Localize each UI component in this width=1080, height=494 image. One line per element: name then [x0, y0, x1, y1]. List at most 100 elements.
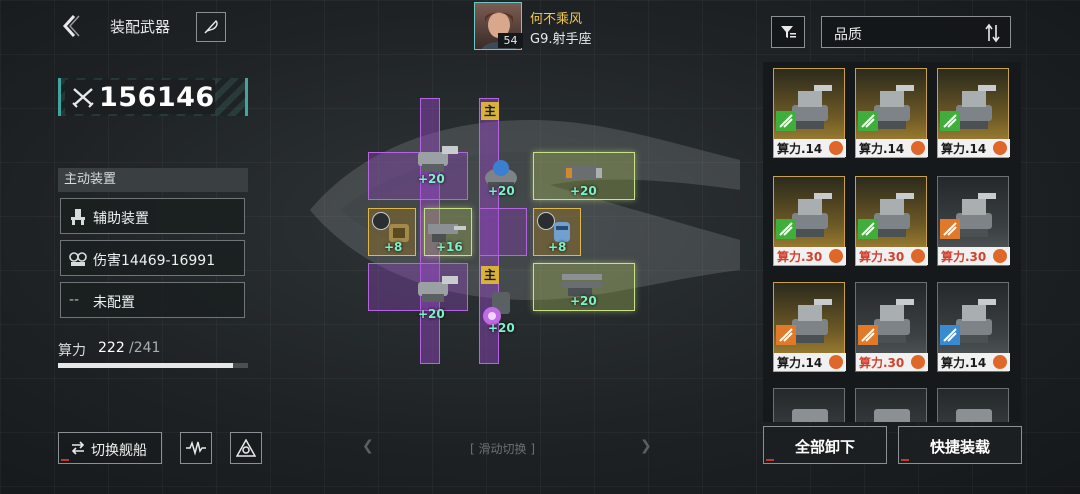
sort-order-icon[interactable] — [984, 23, 1002, 43]
main-slot-tag-bottom: 主 — [481, 266, 499, 284]
swap-arrows-icon — [71, 441, 85, 455]
tier-badge-icon — [940, 111, 960, 131]
slot-bonus: +8 — [384, 240, 403, 254]
swipe-left-icon[interactable]: ❮ — [362, 438, 374, 454]
inventory-cost: 算力.14 — [774, 139, 846, 157]
inventory-cost-text: 算力.14 — [941, 356, 987, 370]
swipe-hint-text: 滑动切换 — [478, 442, 527, 456]
inventory-panel[interactable]: 算力.14 算力.14 算力.14 算力.30 算力.30 算力.30 算力.14 算力.30… — [763, 62, 1021, 422]
inventory-cost: 算力.14 — [774, 353, 846, 371]
active-device-header: 主动装置 — [58, 168, 248, 192]
unconfigured-card[interactable]: -- 未配置 — [60, 282, 245, 318]
sort-label: 品质 — [834, 27, 862, 43]
slot-bonus: +20 — [418, 307, 445, 321]
support-device-label: 辅助装置 — [93, 211, 149, 227]
inventory-item[interactable]: 算力.30 — [855, 176, 928, 266]
inventory-item[interactable]: 算力.14 — [937, 282, 1010, 372]
compute-chip-icon — [829, 141, 843, 155]
compute-chip-icon — [993, 355, 1007, 369]
filter-icon — [781, 26, 796, 38]
inventory-item[interactable]: 算力.30 — [937, 176, 1010, 266]
compute-chip-icon — [911, 249, 925, 263]
inventory-item[interactable]: 算力.14 — [937, 68, 1010, 158]
combat-power-value: 156146 — [99, 82, 215, 113]
pilot-class: G9.射手座 — [530, 32, 592, 47]
unconfigured-label: 未配置 — [93, 295, 135, 311]
compute-chip-icon — [911, 141, 925, 155]
corner-accent — [901, 459, 909, 461]
corner-accent — [61, 459, 69, 461]
inventory-item[interactable]: 算力.14 — [855, 68, 928, 158]
inventory-item-partial[interactable] — [855, 388, 927, 422]
compute-total: /241 — [129, 340, 161, 356]
quick-equip-label: 快捷装载 — [929, 438, 990, 456]
tier-badge-icon — [858, 325, 878, 345]
tier-badge-icon — [776, 111, 796, 131]
inventory-item-partial[interactable] — [773, 388, 845, 422]
inventory-cost: 算力.14 — [938, 139, 1010, 157]
slot-bonus: +20 — [570, 294, 597, 308]
combat-power-box: 156146 — [58, 78, 248, 116]
inventory-cost: 算力.30 — [774, 247, 846, 265]
feather-icon — [204, 19, 218, 34]
sort-select[interactable]: 品质 — [821, 16, 1011, 48]
inventory-cost-text: 算力.30 — [859, 250, 905, 264]
inventory-item-partial[interactable] — [937, 388, 1009, 422]
inventory-cost-text: 算力.14 — [777, 142, 823, 156]
damage-label: 伤害14469-16991 — [93, 253, 216, 269]
inventory-item[interactable]: 算力.30 — [855, 282, 928, 372]
filter-button[interactable] — [771, 16, 805, 48]
inventory-item[interactable]: 算力.14 — [773, 282, 846, 372]
inventory-cost: 算力.14 — [856, 139, 928, 157]
swipe-right-icon[interactable]: ❯ — [640, 438, 652, 454]
tier-badge-icon — [858, 219, 878, 239]
compute-chip-icon — [829, 355, 843, 369]
slot-bonus: +16 — [436, 240, 463, 254]
turret-icon — [418, 146, 458, 172]
tier-badge-icon — [776, 219, 796, 239]
fleet-emblem-button[interactable] — [230, 432, 262, 464]
unequip-all-label: 全部卸下 — [794, 438, 855, 456]
inventory-cost-text: 算力.30 — [941, 250, 987, 264]
slot-bonus: +20 — [488, 184, 515, 198]
compute-chip-icon — [993, 249, 1007, 263]
support-device-card[interactable]: 辅助装置 — [60, 198, 245, 234]
back-arrow-icon — [62, 14, 80, 38]
compute-bar — [58, 363, 248, 368]
slot-bonus: +8 — [548, 240, 567, 254]
fleet-emblem-icon — [236, 439, 256, 457]
compute-used: 222 — [98, 340, 125, 356]
inventory-cost-text: 算力.14 — [941, 142, 987, 156]
feather-tool-button[interactable] — [196, 12, 226, 42]
waveform-button[interactable] — [180, 432, 212, 464]
inventory-cost: 算力.30 — [856, 247, 928, 265]
tier-badge-icon — [940, 325, 960, 345]
tier-badge-icon — [940, 219, 960, 239]
switch-ship-button[interactable]: 切换舰船 — [58, 432, 162, 464]
switch-ship-label: 切换舰船 — [91, 443, 147, 459]
inventory-item[interactable]: 算力.30 — [773, 176, 846, 266]
page-title: 装配武器 — [110, 18, 171, 36]
unconfigured-dash: -- — [69, 292, 80, 308]
tier-badge-icon — [858, 111, 878, 131]
inventory-cost: 算力.30 — [856, 353, 928, 371]
quick-equip-button[interactable]: 快捷装载 — [898, 426, 1022, 464]
inventory-cost-text: 算力.14 — [777, 356, 823, 370]
support-device-icon — [71, 209, 85, 225]
inventory-cost-text: 算力.14 — [859, 142, 905, 156]
slot-bonus: +20 — [488, 321, 515, 335]
inventory-cost-text: 算力.30 — [859, 356, 905, 370]
back-button[interactable] — [58, 12, 82, 40]
compute-bar-fill — [58, 363, 233, 368]
compute-chip-icon — [911, 355, 925, 369]
tier-badge-icon — [776, 325, 796, 345]
inventory-item[interactable]: 算力.14 — [773, 68, 846, 158]
compute-chip-icon — [829, 249, 843, 263]
damage-card[interactable]: 伤害14469-16991 — [60, 240, 245, 276]
pilot-name: 何不乘风 — [530, 12, 583, 27]
pilot-info[interactable]: 54 何不乘风 G9.射手座 — [474, 0, 624, 52]
turret-icon — [418, 276, 458, 302]
unequip-all-button[interactable]: 全部卸下 — [763, 426, 887, 464]
slot-bonus: +20 — [570, 184, 597, 198]
slot-middle-center[interactable] — [479, 208, 527, 256]
